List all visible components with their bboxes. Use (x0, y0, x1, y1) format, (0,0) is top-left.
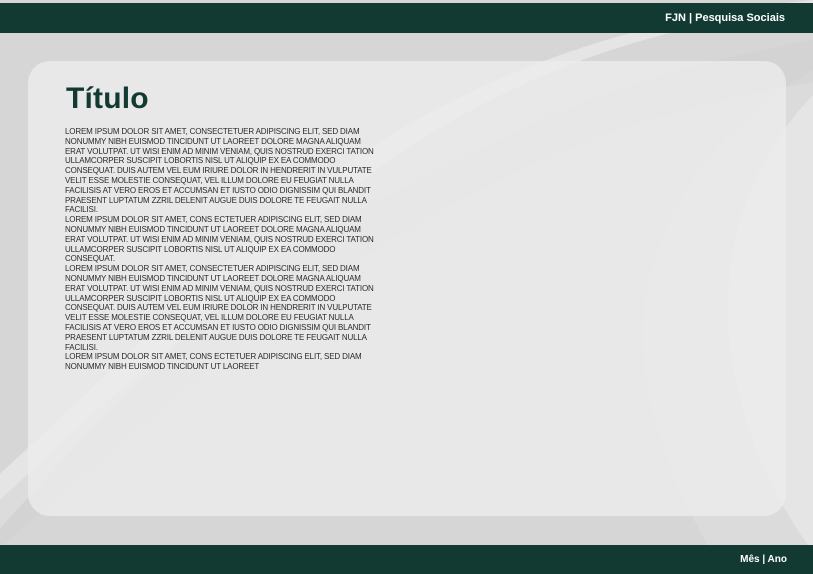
date-label: Mês | Ano (740, 554, 787, 565)
paragraph: LOREM IPSUM DOLOR SIT AMET, CONS ECTETUE… (65, 352, 362, 372)
top-bar: FJN | Pesquisa Sociais (0, 3, 813, 33)
top-bar-title: FJN | Pesquisa Sociais (665, 12, 785, 24)
slide-page: FJN | Pesquisa Sociais Título LOREM IPSU… (0, 0, 813, 574)
body-text: LOREM IPSUM DOLOR SIT AMET, CONSECTETUER… (65, 127, 381, 372)
content-card: Título LOREM IPSUM DOLOR SIT AMET, CONSE… (28, 61, 786, 516)
bottom-bar: Mês | Ano (0, 545, 813, 574)
paragraph: LOREM IPSUM DOLOR SIT AMET, CONS ECTETUE… (65, 215, 374, 264)
page-title: Título (66, 82, 149, 115)
paragraph: LOREM IPSUM DOLOR SIT AMET, CONSECTETUER… (65, 127, 374, 215)
paragraph: LOREM IPSUM DOLOR SIT AMET, CONSECTETUER… (65, 264, 374, 352)
